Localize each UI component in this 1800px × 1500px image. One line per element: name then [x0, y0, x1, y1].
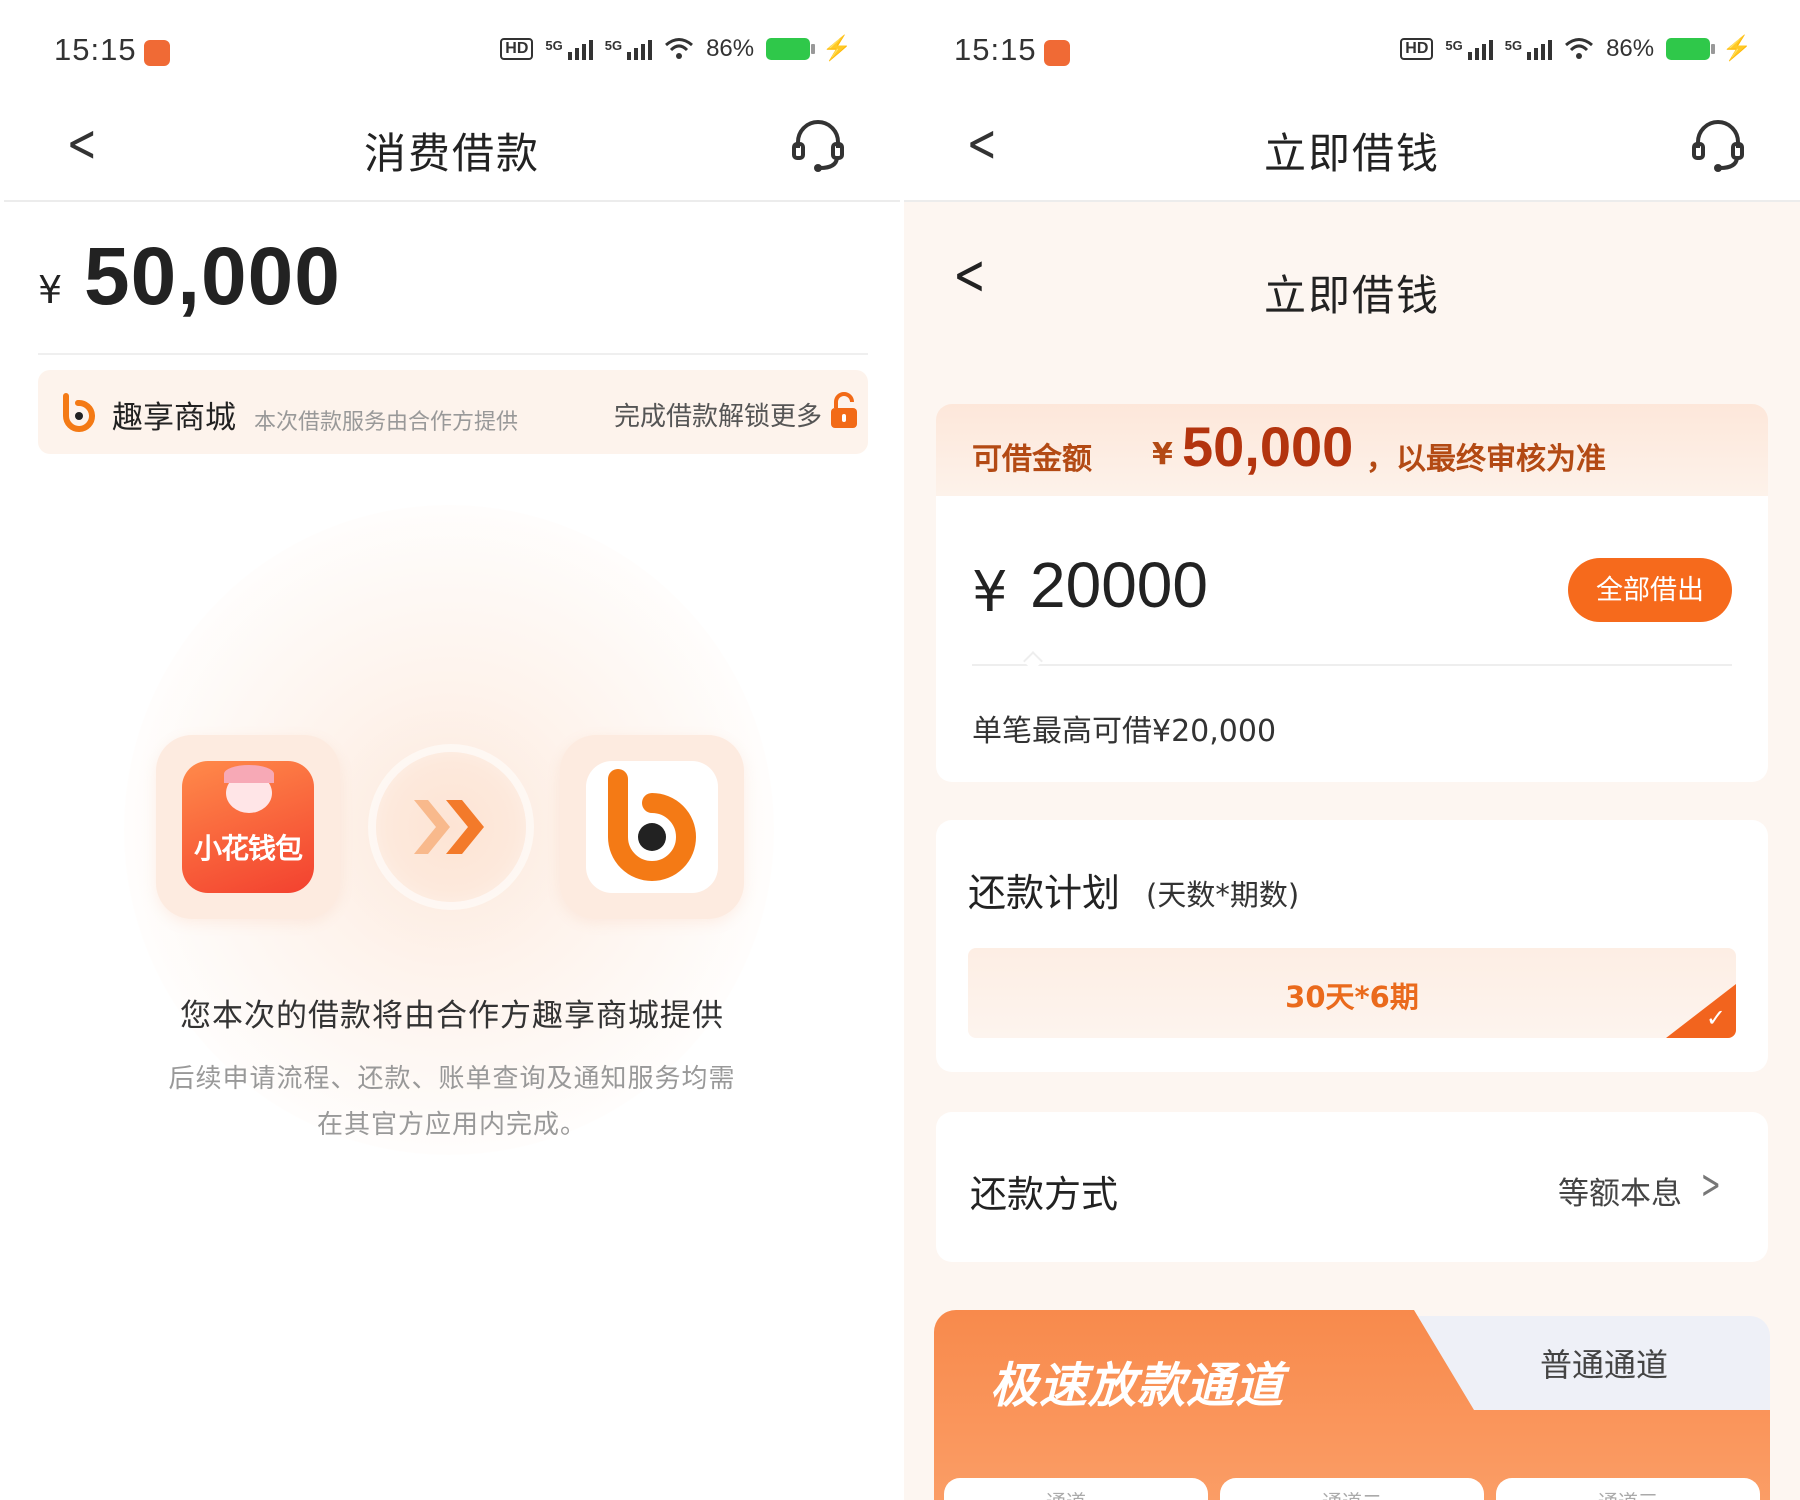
- amount-value: 50,000: [84, 231, 341, 322]
- normal-channel-label: 普通通道: [1539, 1346, 1668, 1384]
- borrow-all-button[interactable]: 全部借出: [1568, 558, 1732, 622]
- embedded-title: 立即借钱: [1263, 271, 1440, 320]
- channel-tab-1[interactable]: 通道一: [944, 1478, 1208, 1500]
- borrow-amount-input[interactable]: 20000: [1030, 548, 1208, 622]
- channel-subtabs: 通道一 通道二 通道三: [944, 1478, 1760, 1500]
- plan-option-selected[interactable]: 30天*6期 ✓: [968, 948, 1736, 1038]
- signal-icon: 5G: [1445, 38, 1493, 60]
- repay-method-value: 等额本息: [1558, 1176, 1682, 1212]
- battery-icon: [766, 37, 816, 60]
- borrow-amount-card: ¥ 20000 全部借出 单笔最高可借¥20,000: [936, 496, 1768, 782]
- fast-channel-label: 极速放款通道: [990, 1358, 1285, 1414]
- limit-amount: 50,000: [1182, 415, 1354, 478]
- chevron-right-icon: >: [1701, 1162, 1722, 1208]
- partner-b-logo-icon: [608, 769, 696, 881]
- headset-icon[interactable]: [1690, 118, 1746, 174]
- currency-symbol: ¥: [38, 268, 63, 312]
- repayment-plan-card: 还款计划 (天数*期数) 30天*6期 ✓: [936, 820, 1768, 1072]
- limit-label: 可借金额: [972, 442, 1092, 477]
- divider-notch: [1023, 651, 1043, 671]
- battery-icon: [1666, 37, 1716, 60]
- headset-icon[interactable]: [790, 118, 846, 174]
- partner-bar[interactable]: 趣享商城 本次借款服务由合作方提供 完成借款解锁更多: [38, 370, 868, 454]
- status-time: 15:15: [54, 32, 137, 67]
- wallet-app-icon: 小花钱包: [182, 761, 314, 893]
- plan-subtitle: (天数*期数): [1146, 878, 1300, 912]
- comparison-stage: 15:15 HD 5G 5G 86% ⚡ < 消费借款 ¥ 50,000 趣享商…: [0, 0, 1800, 1500]
- lock-icon: [831, 392, 857, 428]
- repayment-method-row[interactable]: 还款方式 等额本息 >: [936, 1112, 1768, 1262]
- top-nav: < 消费借款: [4, 100, 900, 202]
- partner-submessage-1: 后续申请流程、还款、账单查询及通知服务均需: [168, 1064, 736, 1094]
- wifi-icon: [1565, 37, 1594, 59]
- status-time: 15:15: [954, 32, 1037, 67]
- input-currency: ¥: [972, 560, 1008, 625]
- partner-message: 您本次的借款将由合作方趣享商城提供: [180, 998, 724, 1034]
- partner-app-icon: [586, 761, 718, 893]
- charging-icon: ⚡: [1722, 35, 1752, 62]
- credit-limit-banner: 可借金额 ¥ 50,000 ，以最终审核为准: [936, 404, 1768, 496]
- battery-percent: 86%: [1606, 34, 1655, 62]
- partner-logo-icon: [63, 393, 95, 432]
- charging-icon: ⚡: [822, 35, 852, 62]
- transfer-arrow: [376, 752, 526, 902]
- top-nav: < 立即借钱: [904, 100, 1800, 202]
- channel-tab-3[interactable]: 通道三: [1496, 1478, 1760, 1500]
- page-title: 立即借钱: [1263, 129, 1440, 178]
- limit-currency: ¥: [1152, 437, 1173, 472]
- plan-title: 还款计划: [968, 871, 1121, 915]
- partner-submessage-2: 在其官方应用内完成。: [316, 1110, 587, 1140]
- embedded-nav: < 立即借钱: [904, 204, 1800, 344]
- battery-percent: 86%: [706, 34, 755, 62]
- status-icons: HD 5G 5G 86% ⚡: [1400, 34, 1752, 63]
- repay-method-label: 还款方式: [970, 1173, 1118, 1216]
- partner-note: 本次借款服务由合作方提供: [254, 410, 519, 435]
- partner-name: 趣享商城: [112, 400, 236, 436]
- plan-option-label: 30天*6期: [1285, 980, 1419, 1014]
- check-icon: ✓: [1705, 1004, 1726, 1032]
- mascot-icon: [224, 765, 274, 813]
- status-icons: HD 5G 5G 86% ⚡: [500, 34, 852, 63]
- limit-suffix: ，以最终审核为准: [1366, 442, 1606, 477]
- hd-icon: HD: [500, 37, 534, 60]
- channel-selector: 普通通道 极速放款通道 通道一 通道二 通道三: [934, 1310, 1770, 1500]
- status-bar: 15:15 HD 5G 5G 86% ⚡: [4, 0, 900, 100]
- unlock-text: 完成借款解锁更多: [613, 402, 822, 432]
- right-screen: 15:15 HD 5G 5G 86% ⚡ < 立即借钱 < 立即借钱 可借金额 …: [904, 0, 1800, 1500]
- signal-icon-2: 5G: [605, 38, 653, 60]
- signal-icon: 5G: [545, 38, 593, 60]
- max-borrow-note: 单笔最高可借¥20,000: [972, 714, 1277, 749]
- left-screen: 15:15 HD 5G 5G 86% ⚡ < 消费借款 ¥ 50,000 趣享商…: [4, 0, 900, 1500]
- wallet-app-tile: 小花钱包: [156, 735, 340, 919]
- loan-amount: ¥ 50,000: [38, 230, 868, 355]
- double-chevron-icon: [414, 800, 484, 854]
- wallet-app-label: 小花钱包: [193, 832, 303, 865]
- channel-tab-2[interactable]: 通道二: [1220, 1478, 1484, 1500]
- status-bar: 15:15 HD 5G 5G 86% ⚡: [904, 0, 1800, 100]
- app-notification-icon: [144, 40, 170, 66]
- hd-icon: HD: [1400, 37, 1434, 60]
- signal-icon-2: 5G: [1505, 38, 1553, 60]
- divider: [972, 664, 1732, 666]
- app-notification-icon: [1044, 40, 1070, 66]
- partner-app-tile: [560, 735, 744, 919]
- page-title: 消费借款: [363, 129, 540, 178]
- wifi-icon: [665, 37, 694, 59]
